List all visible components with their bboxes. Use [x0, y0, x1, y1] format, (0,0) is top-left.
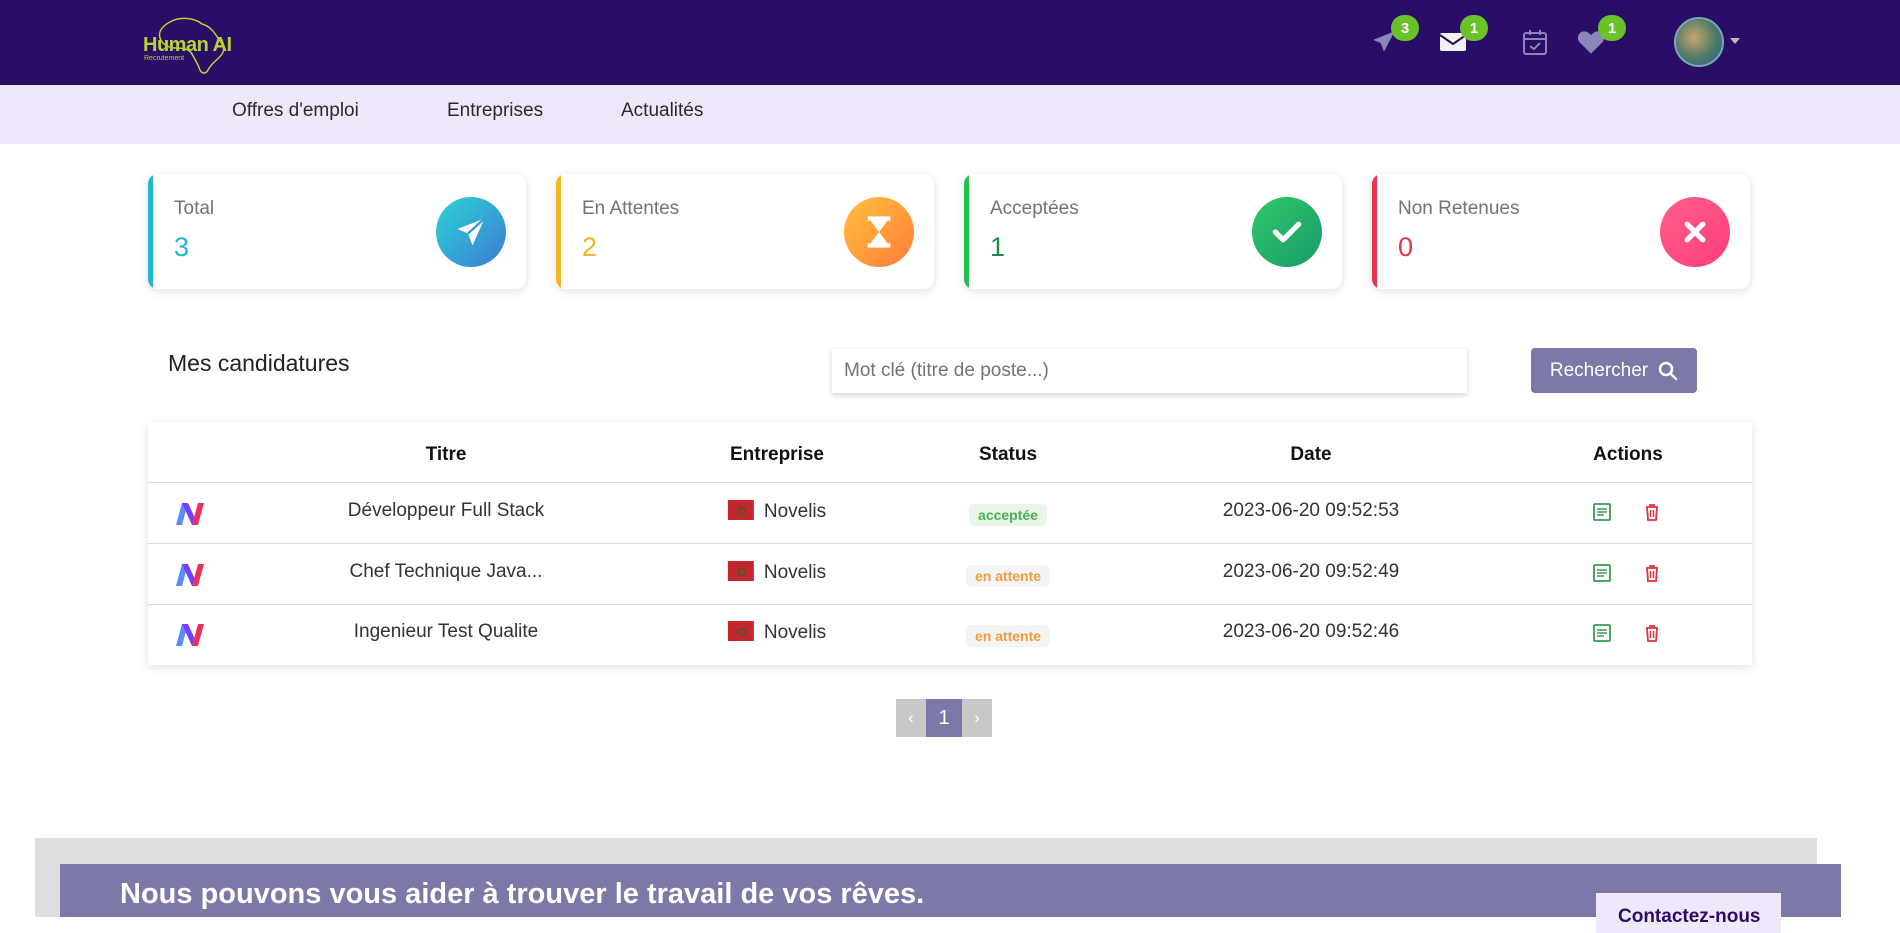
column-header-status[interactable]: Status	[979, 444, 1037, 466]
calendar-check-icon	[1523, 30, 1547, 55]
view-details-icon[interactable]	[1592, 502, 1612, 522]
status-badge: en attente	[965, 625, 1051, 647]
company-name: Novelis	[763, 501, 827, 522]
top-navbar	[0, 0, 1900, 85]
search-input[interactable]	[832, 349, 1467, 393]
stat-card-accepted: Acceptées 1	[964, 174, 1342, 289]
paper-plane-icon	[436, 197, 506, 267]
cta-text: Nous pouvons vous aider à trouver le tra…	[120, 878, 925, 910]
stat-label: Total	[174, 198, 215, 219]
company-name: Novelis	[763, 622, 827, 643]
times-icon	[1660, 197, 1730, 267]
pagination-page-1[interactable]: 1	[926, 699, 962, 737]
stat-value: 3	[174, 232, 190, 262]
trash-icon[interactable]	[1642, 623, 1662, 643]
company-cell: Novelis	[727, 561, 827, 584]
logo-subtext: Recrutement	[144, 55, 185, 62]
calendar-button[interactable]	[1520, 27, 1550, 57]
messages-badge: 1	[1460, 15, 1488, 41]
stat-value: 1	[990, 232, 1006, 262]
column-header-date[interactable]: Date	[1290, 444, 1331, 466]
application-date: 2023-06-20 09:52:46	[1222, 621, 1400, 642]
status-badge: acceptée	[969, 504, 1047, 526]
application-date: 2023-06-20 09:52:49	[1222, 561, 1400, 582]
stat-label: Non Retenues	[1398, 198, 1520, 219]
column-header-actions: Actions	[1593, 444, 1663, 465]
nav-entreprises[interactable]: Entreprises	[447, 100, 543, 122]
pagination-next-button[interactable]: ›	[962, 699, 992, 737]
morocco-flag-icon	[727, 621, 754, 641]
application-date: 2023-06-20 09:52:53	[1222, 500, 1400, 521]
stat-card-pending: En Attentes 2	[556, 174, 934, 289]
pagination: ‹ 1 ›	[896, 699, 992, 737]
novelis-logo-icon	[176, 503, 204, 525]
pagination-prev-button[interactable]: ‹	[896, 699, 926, 737]
job-title[interactable]: Chef Technique Java...	[350, 561, 543, 583]
sent-applications-button[interactable]: 3	[1369, 15, 1419, 57]
morocco-flag-icon	[727, 500, 754, 520]
applications-table: Titre Entreprise Status Date Actions Dév…	[148, 422, 1752, 665]
column-header-titre[interactable]: Titre	[426, 444, 467, 466]
view-details-icon[interactable]	[1592, 563, 1612, 583]
stat-value: 0	[1398, 232, 1414, 262]
favorites-button[interactable]: 1	[1576, 15, 1626, 57]
search-icon	[1658, 361, 1678, 380]
chevron-down-icon[interactable]	[1730, 38, 1740, 44]
messages-button[interactable]: 1	[1438, 15, 1488, 57]
nav-actualites[interactable]: Actualités	[621, 100, 703, 122]
contact-button[interactable]: Contactez-nous	[1596, 893, 1781, 933]
morocco-flag-icon	[727, 561, 754, 581]
job-title[interactable]: Ingenieur Test Qualite	[354, 621, 539, 643]
company-cell: Novelis	[727, 621, 827, 644]
view-details-icon[interactable]	[1592, 623, 1612, 643]
search-button[interactable]: Rechercher	[1531, 348, 1697, 393]
check-icon	[1252, 197, 1322, 267]
column-header-entreprise[interactable]: Entreprise	[730, 444, 824, 466]
search-button-label: Rechercher	[1549, 359, 1649, 381]
user-avatar[interactable]	[1674, 17, 1724, 67]
status-badge: en attente	[965, 565, 1051, 587]
stat-label: Acceptées	[990, 198, 1079, 219]
stat-card-rejected: Non Retenues 0	[1372, 174, 1750, 289]
company-name: Novelis	[763, 562, 827, 583]
trash-icon[interactable]	[1642, 502, 1662, 522]
job-title[interactable]: Développeur Full Stack	[348, 500, 544, 522]
stat-value: 2	[582, 232, 598, 262]
novelis-logo-icon	[176, 564, 204, 586]
company-cell: Novelis	[727, 500, 827, 523]
nav-offres-emploi[interactable]: Offres d'emploi	[232, 100, 359, 122]
logo-text: Human AI	[143, 34, 232, 56]
stat-card-total: Total 3	[148, 174, 526, 289]
novelis-logo-icon	[176, 624, 204, 646]
brand-logo[interactable]: Human AI Recrutement	[140, 14, 235, 76]
section-title: Mes candidatures	[168, 350, 350, 376]
stat-label: En Attentes	[582, 198, 680, 219]
sent-badge: 3	[1391, 15, 1419, 41]
trash-icon[interactable]	[1642, 563, 1662, 583]
favorites-badge: 1	[1598, 15, 1626, 41]
hourglass-icon	[844, 197, 914, 267]
